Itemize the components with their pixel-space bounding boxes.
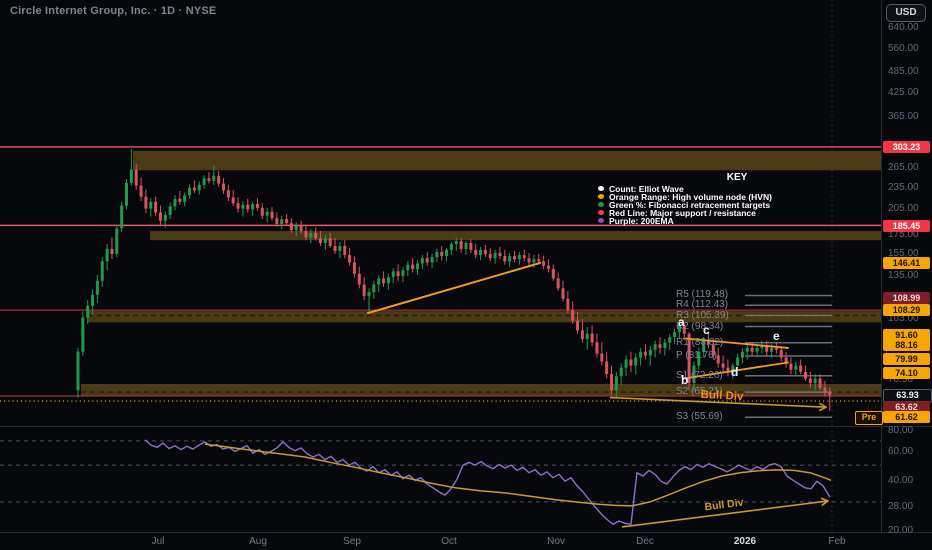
price-tag-orange: 88.16 [883,338,930,351]
price-tick-label: 485.00 [888,66,919,78]
count-dot-icon [598,186,604,192]
price-tick-label: 235.00 [888,181,919,193]
currency-button[interactable]: USD [886,4,926,22]
time-tick-label: 2026 [733,536,757,547]
key-legend-title: KEY [726,172,748,183]
rsi-line [144,439,831,525]
elliott-wave-label-d: d [731,364,739,379]
indicator-tick-label: 60.00 [888,446,914,457]
key-legend: KEY Count: Elliot Wave Orange Range: High… [594,172,880,226]
ema-dot-icon [598,218,604,224]
price-tick-label: 135.00 [888,270,919,281]
hvn-dot-icon [598,194,604,200]
indicator-tick-label: 80.00 [888,425,914,437]
elliott-wave-label-a: a [678,314,685,329]
elliott-wave-label-c: c [703,323,710,338]
fib-dot-icon [598,202,604,208]
price-tick-label: 560.00 [888,43,919,55]
time-tick-label: Jul [151,536,165,547]
key-legend-item: Purple: 200EMA [594,215,880,226]
pivot-label-r1: R1 (88.82) [676,336,724,348]
pivot-label-p: P (81.76) [676,349,717,361]
price-tick-label: 640.00 [888,21,919,33]
symbol-title: Circle Internet Group, Inc. · 1D · NYSE [10,5,217,17]
support-dot-icon [598,210,604,216]
key-legend-item-text: Purple: 200EMA [609,215,674,226]
price-tag-orange: 79.99 [883,353,930,366]
price-tick-label: 425.00 [888,87,919,99]
price-tag-red: 185.45 [883,220,930,233]
pivot-label-s3: S3 (55.69) [676,411,723,423]
price-tag-orange: 61.62 [883,411,930,424]
bull-div-label-main: Bull Div [700,388,744,403]
premarket-badge: Pre [855,411,883,426]
price-tag-darkred: 108.99 [883,292,930,305]
indicator-tick-label: 40.00 [888,475,914,487]
price-tick-label: 365.00 [888,111,919,123]
price-tag-red: 303.23 [883,140,930,153]
price-tag-orange: 108.29 [883,304,930,317]
price-tick-label: 205.00 [888,203,919,215]
pane-separators [0,0,932,533]
trading-chart-app: Circle Internet Group, Inc. · 1D · NYSE … [0,0,932,550]
time-tick-label: Dec [636,536,654,547]
price-tag-orange: 74.10 [883,366,930,379]
price-tag-orange: 146.41 [883,257,930,270]
elliott-wave-label-e: e [773,329,780,344]
time-tick-label: Nov [547,536,565,547]
time-tick-label: Sep [343,536,361,547]
price-tick-label: 265.00 [888,162,919,174]
chart-canvas[interactable] [0,0,932,550]
indicator-tick-label: 28.00 [888,500,914,512]
time-tick-label: Aug [249,536,267,547]
time-tick-label: Oct [441,536,457,547]
elliott-wave-label-b: b [681,372,689,387]
time-tick-label: Feb [828,536,846,547]
indicator-tick-label: 20.00 [888,525,914,537]
